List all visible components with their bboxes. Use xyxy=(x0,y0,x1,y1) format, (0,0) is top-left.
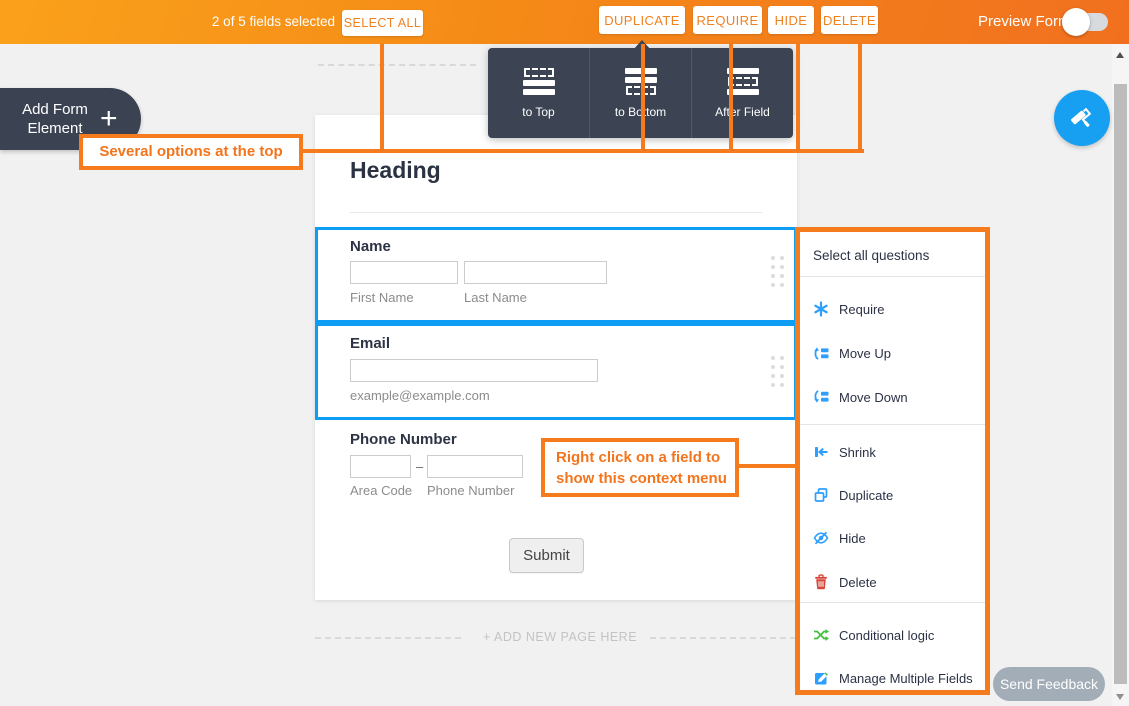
annotation-connector-line xyxy=(796,44,800,153)
phone-separator: – xyxy=(416,459,424,474)
form-canvas-card: Heading Name First Name Last Name Email … xyxy=(315,115,797,600)
annotation-top-note: Several options at the top xyxy=(79,134,303,170)
context-menu-item-require[interactable]: Require xyxy=(813,295,885,323)
top-toolbar: 2 of 5 fields selected SELECT ALL DUPLIC… xyxy=(0,0,1129,44)
paint-roller-icon xyxy=(1071,107,1092,127)
hide-button[interactable]: HIDE xyxy=(768,6,814,34)
annotation-connector-line xyxy=(858,44,862,153)
asterisk-icon xyxy=(814,301,828,317)
delete-button[interactable]: DELETE xyxy=(821,6,878,34)
scroll-down-arrow-icon[interactable] xyxy=(1116,694,1124,700)
annotation-context-note: Right click on a field to show this cont… xyxy=(541,438,739,497)
move-up-icon xyxy=(814,347,829,360)
context-menu-header[interactable]: Select all questions xyxy=(813,248,929,263)
context-menu-item-duplicate[interactable]: Duplicate xyxy=(813,481,893,509)
last-name-sublabel: Last Name xyxy=(464,290,527,305)
form-heading[interactable]: Heading xyxy=(350,157,441,184)
annotation-connector-line xyxy=(729,44,733,153)
annotation-connector-line xyxy=(302,149,864,153)
context-menu-item-move-down[interactable]: Move Down xyxy=(813,383,908,411)
move-to-bottom-option[interactable]: to Bottom xyxy=(589,48,691,138)
heading-divider xyxy=(350,212,762,213)
move-to-top-option[interactable]: to Top xyxy=(488,48,589,138)
edit-square-icon xyxy=(815,672,828,685)
shrink-icon xyxy=(815,447,828,457)
first-name-sublabel: First Name xyxy=(350,290,414,305)
move-after-field-label: After Field xyxy=(715,105,770,119)
name-field-block[interactable]: Name First Name Last Name xyxy=(315,227,797,323)
plus-icon: + xyxy=(100,102,118,135)
annotation-context-note-line1: Right click on a field to xyxy=(556,449,721,466)
menu-divider xyxy=(800,424,985,425)
page-separator-dash xyxy=(315,637,461,639)
move-after-field-option[interactable]: After Field xyxy=(691,48,793,138)
annotation-connector-line xyxy=(641,44,645,153)
email-field-block[interactable]: Email example@example.com xyxy=(315,323,797,420)
annotation-connector-line xyxy=(737,464,795,468)
page-separator-dash xyxy=(318,64,476,66)
select-all-button[interactable]: SELECT ALL xyxy=(342,10,423,36)
toggle-knob-icon xyxy=(1062,8,1090,36)
annotation-context-note-line2: show this context menu xyxy=(556,470,727,487)
email-sublabel: example@example.com xyxy=(350,388,490,403)
field-context-menu: Select all questions Require Move Up Mov… xyxy=(795,227,990,695)
require-button[interactable]: REQUIRE xyxy=(693,6,762,34)
move-to-top-label: to Top xyxy=(522,105,555,119)
drag-handle-icon[interactable] xyxy=(771,256,784,287)
context-menu-item-hide[interactable]: Hide xyxy=(813,524,866,552)
phone-number-sublabel: Phone Number xyxy=(427,483,515,498)
vertical-scrollbar[interactable] xyxy=(1112,44,1129,706)
form-builder-app: 2 of 5 fields selected SELECT ALL DUPLIC… xyxy=(0,0,1129,706)
add-new-page-button[interactable]: + ADD NEW PAGE HERE xyxy=(480,630,640,644)
context-menu-item-move-up[interactable]: Move Up xyxy=(813,339,891,367)
preview-form-toggle[interactable] xyxy=(1062,8,1108,36)
send-feedback-button[interactable]: Send Feedback xyxy=(993,667,1105,701)
drag-handle-icon[interactable] xyxy=(771,356,784,387)
context-menu-item-delete[interactable]: Delete xyxy=(813,568,877,596)
add-form-element-label: Add Form Element xyxy=(22,101,88,137)
form-designer-button[interactable] xyxy=(1054,90,1110,146)
preview-form-label: Preview Form xyxy=(978,13,1071,30)
submit-button[interactable]: Submit xyxy=(509,538,584,573)
first-name-input[interactable] xyxy=(350,261,458,284)
eye-off-icon xyxy=(813,531,829,545)
context-menu-item-conditional-logic[interactable]: Conditional logic xyxy=(813,621,934,649)
selection-status: 2 of 5 fields selected xyxy=(211,14,335,29)
annotation-connector-line xyxy=(380,44,384,153)
area-code-input[interactable] xyxy=(350,455,411,478)
menu-divider xyxy=(800,602,985,603)
move-down-icon xyxy=(814,390,829,403)
name-label: Name xyxy=(350,238,391,255)
email-input[interactable] xyxy=(350,359,598,382)
last-name-input[interactable] xyxy=(464,261,607,284)
trash-icon xyxy=(815,574,827,590)
shuffle-icon xyxy=(814,629,829,641)
duplicate-icon xyxy=(814,488,828,502)
phone-label: Phone Number xyxy=(350,431,457,448)
context-menu-item-manage-multiple-fields[interactable]: Manage Multiple Fields xyxy=(813,664,973,692)
context-menu-item-shrink[interactable]: Shrink xyxy=(813,438,876,466)
phone-number-input[interactable] xyxy=(427,455,523,478)
rows-dashed-top-icon xyxy=(522,61,555,101)
area-code-sublabel: Area Code xyxy=(350,483,413,498)
page-separator-dash xyxy=(650,637,796,639)
duplicate-button[interactable]: DUPLICATE xyxy=(599,6,685,34)
scroll-up-arrow-icon[interactable] xyxy=(1116,52,1124,58)
scrollbar-thumb[interactable] xyxy=(1114,84,1127,684)
menu-divider xyxy=(800,276,985,277)
email-label: Email xyxy=(350,335,391,352)
